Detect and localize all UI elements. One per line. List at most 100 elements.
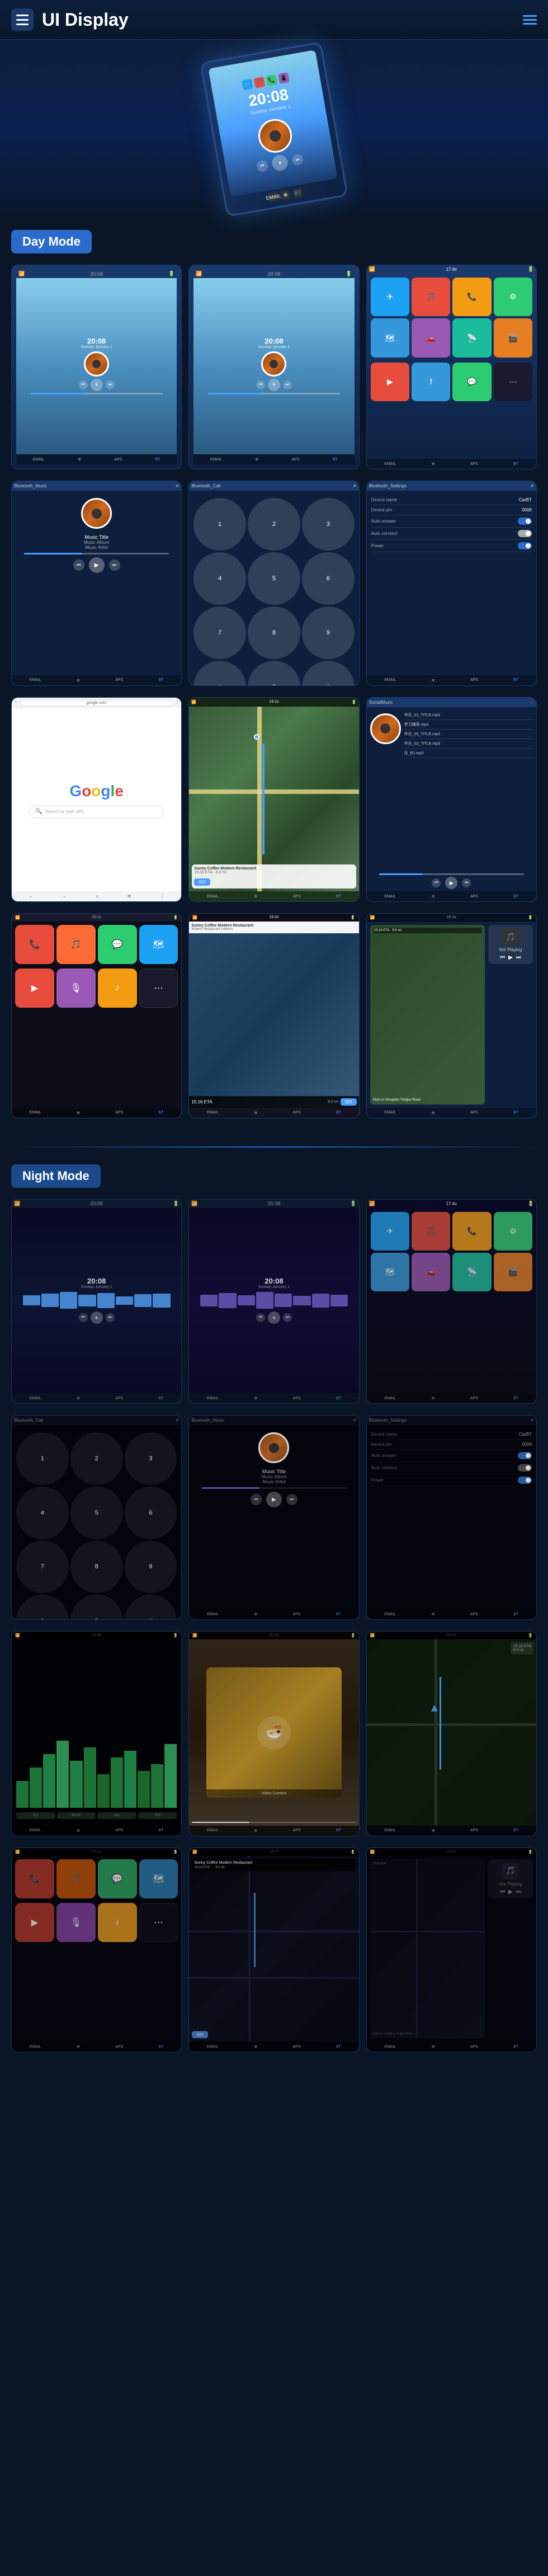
eq-btn-2[interactable]: BASS <box>57 1812 96 1819</box>
bt-next[interactable]: ⏭ <box>109 560 120 571</box>
nav-go-section[interactable]: 9.0 mi GO <box>328 1098 357 1106</box>
google-menu[interactable]: ⋮ <box>160 894 164 899</box>
bt-controls[interactable]: ⏮ ▶ ⏭ <box>73 557 120 573</box>
local-next[interactable]: ⏭ <box>462 878 471 887</box>
dial-2[interactable]: 2 <box>248 498 300 551</box>
night-go-btn[interactable]: GO <box>192 2029 207 2039</box>
dial-0[interactable]: 0 <box>248 661 300 685</box>
night-next-2[interactable]: ⏭ <box>283 1313 292 1322</box>
google-home[interactable]: ⌂ <box>96 894 98 899</box>
go-button[interactable]: GO <box>194 876 353 886</box>
night-dial-star[interactable]: * <box>16 1595 69 1619</box>
night-app-2[interactable]: 🎵 <box>412 1212 450 1251</box>
night-dial-3[interactable]: 3 <box>125 1432 177 1485</box>
night-app-3[interactable]: 📞 <box>452 1212 491 1251</box>
music-file-2[interactable]: 学习辅导.mp3 <box>404 720 533 730</box>
app-more[interactable]: ⋯ <box>494 363 532 401</box>
night-auto-connect-toggle[interactable] <box>518 1464 532 1472</box>
app-fb[interactable]: f <box>412 363 450 401</box>
dial-hash[interactable]: # <box>302 661 355 685</box>
night-dial-2[interactable]: 2 <box>70 1432 123 1485</box>
night-dial-5[interactable]: 5 <box>70 1487 123 1539</box>
local-prev[interactable]: ⏮ <box>432 878 441 887</box>
music-file-1[interactable]: 华乐_01_TITLE.mp3 <box>404 711 533 720</box>
night-prev-2[interactable]: ⏮ <box>256 1313 265 1322</box>
music-file-3[interactable]: 华乐_05_TITLE.mp3 <box>404 730 533 739</box>
night-play-2[interactable]: ⏸ <box>268 1311 280 1324</box>
controls-1[interactable]: ⏮ ⏸ ⏭ <box>79 379 115 391</box>
eq-btn-3[interactable]: MID <box>97 1812 136 1819</box>
dial-1[interactable]: 1 <box>193 498 246 551</box>
night-carplay-podcast[interactable]: 🎙 <box>56 1903 96 1942</box>
carplay-youtube[interactable]: ▶ <box>15 969 54 1008</box>
dial-8[interactable]: 8 <box>248 607 300 659</box>
google-search-bar[interactable]: 🔍 Search or type URL <box>29 806 164 818</box>
google-back[interactable]: ← <box>29 894 33 899</box>
night-carplay-maps[interactable]: 🗺 <box>139 1859 178 1898</box>
night-bt-prev[interactable]: ⏮ <box>251 1494 262 1505</box>
google-tabs[interactable]: ⧉ <box>127 894 131 899</box>
dial-5[interactable]: 5 <box>248 552 300 605</box>
app-music[interactable]: 🎵 <box>412 278 450 316</box>
np-controls[interactable]: ⏮ ▶ ⏭ <box>500 955 521 961</box>
google-forward[interactable]: → <box>62 894 67 899</box>
night-carplay-music[interactable]: 🎵 <box>56 1859 96 1898</box>
night-dial-8[interactable]: 8 <box>70 1541 123 1593</box>
app-settings[interactable]: ⚙ <box>494 278 532 316</box>
night-carplay-yt[interactable]: ▶ <box>15 1903 54 1942</box>
bt-play[interactable]: ▶ <box>89 557 105 573</box>
app-telegram[interactable]: ✈ <box>371 278 409 316</box>
night-carplay-spotify[interactable]: ♪ <box>98 1903 137 1942</box>
np-prev[interactable]: ⏮ <box>500 955 505 961</box>
local-controls[interactable]: ⏮ ▶ ⏭ <box>371 877 532 889</box>
dial-9[interactable]: 9 <box>302 607 355 659</box>
dial-3[interactable]: 3 <box>302 498 355 551</box>
night-app-6[interactable]: 🚗 <box>412 1253 450 1291</box>
local-play[interactable]: ▶ <box>445 877 457 889</box>
video-controls[interactable] <box>192 1822 356 1823</box>
night-dial-6[interactable]: 6 <box>125 1487 177 1539</box>
bt-prev[interactable]: ⏮ <box>73 560 84 571</box>
carplay-spotify[interactable]: ♪ <box>98 969 137 1008</box>
night-dial-9[interactable]: 9 <box>125 1541 177 1593</box>
night-next-1[interactable]: ⏭ <box>106 1313 115 1322</box>
night-app-7[interactable]: 📡 <box>452 1253 491 1291</box>
music-file-4[interactable]: 华乐_03_TITLE.mp3 <box>404 739 533 749</box>
dial-6[interactable]: 6 <box>302 552 355 605</box>
carplay-messages[interactable]: 💬 <box>98 925 137 964</box>
night-carplay-msg[interactable]: 💬 <box>98 1859 137 1898</box>
night-dial-4[interactable]: 4 <box>16 1487 69 1539</box>
app-bt[interactable]: 📡 <box>452 318 491 357</box>
np-next[interactable]: ⏭ <box>516 955 521 961</box>
menu-icon[interactable] <box>11 8 34 31</box>
night-controls-2[interactable]: ⏮ ⏸ ⏭ <box>256 1311 292 1324</box>
night-np-next[interactable]: ⏭ <box>516 1889 521 1895</box>
night-app-1[interactable]: ✈ <box>371 1212 409 1251</box>
prev-btn-hero[interactable]: ⏮ <box>256 159 268 172</box>
local-music-controls[interactable]: ⏮ ▶ ⏭ <box>367 869 536 891</box>
night-power-toggle[interactable] <box>518 1477 532 1484</box>
dial-star[interactable]: * <box>193 661 246 685</box>
nav-go-btn[interactable]: GO <box>341 1098 356 1106</box>
bt-auto-connect-toggle[interactable] <box>518 530 532 537</box>
music-file-5[interactable]: 乐_B1.mp3 <box>404 749 533 758</box>
dial-7[interactable]: 7 <box>193 607 246 659</box>
eq-btn-4[interactable]: TRE <box>138 1812 177 1819</box>
play-1[interactable]: ⏸ <box>91 379 103 391</box>
night-carplay-phone[interactable]: 📞 <box>15 1859 54 1898</box>
eq-btn-1[interactable]: EQ <box>16 1812 55 1819</box>
night-np-controls[interactable]: ⏮ ▶ ⏭ <box>500 1889 521 1895</box>
app-yt[interactable]: ▶ <box>371 363 409 401</box>
prev-1[interactable]: ⏮ <box>79 380 88 389</box>
carplay-music[interactable]: 🎵 <box>56 925 96 964</box>
controls-2[interactable]: ⏮ ⏸ ⏭ <box>256 379 292 391</box>
bt-auto-answer-toggle[interactable] <box>518 518 532 525</box>
night-dial-1[interactable]: 1 <box>16 1432 69 1485</box>
night-app-4[interactable]: ⚙ <box>494 1212 532 1251</box>
carplay-more[interactable]: ⋯ <box>139 969 178 1008</box>
night-dial-7[interactable]: 7 <box>16 1541 69 1593</box>
night-np-play[interactable]: ▶ <box>508 1889 513 1895</box>
night-dial-hash[interactable]: # <box>125 1595 177 1619</box>
app-maps[interactable]: 🗺 <box>371 318 409 357</box>
browser-url[interactable]: google.com <box>20 700 173 706</box>
